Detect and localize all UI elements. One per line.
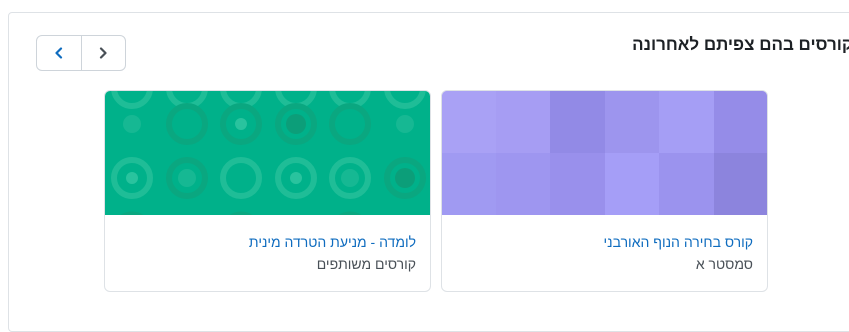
course-category: קורסים משותפים (316, 256, 416, 272)
course-name-link[interactable]: קורס בחירה הנוף האורבני (456, 232, 753, 252)
carousel-nav (36, 35, 126, 71)
course-pattern-green (105, 91, 430, 215)
block-title: קורסים בהם צפיתם לאחרונה (632, 35, 849, 54)
course-card[interactable]: לומדה - מניעת הטרדה מינית קורסים משותפים (104, 90, 431, 292)
next-button[interactable] (80, 36, 126, 70)
course-image[interactable] (105, 91, 430, 215)
prev-button[interactable] (37, 36, 81, 70)
course-pattern-purple (442, 91, 767, 215)
course-image[interactable] (442, 91, 767, 215)
chevron-right-icon (100, 47, 107, 59)
course-card[interactable]: קורס בחירה הנוף האורבני סמסטר א (441, 90, 768, 292)
chevron-left-icon (55, 47, 62, 59)
course-category: סמסטר א (695, 256, 753, 272)
course-name-link[interactable]: לומדה - מניעת הטרדה מינית (119, 232, 416, 252)
